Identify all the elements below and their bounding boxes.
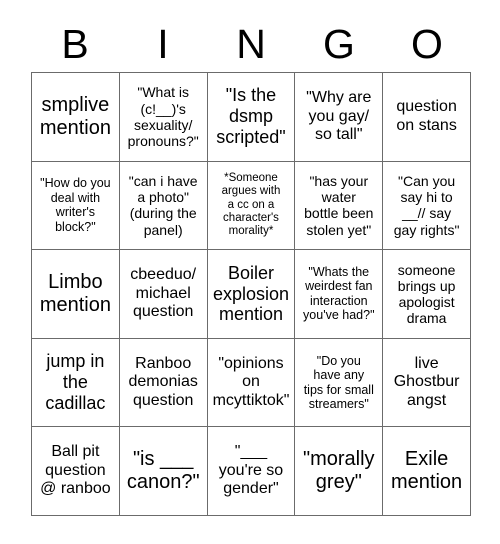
bingo-header-letter-b: B — [61, 20, 89, 67]
bingo-cell-text: Boiler explosion mention — [212, 262, 290, 325]
bingo-cell-text: jump in the cadillac — [45, 351, 106, 414]
bingo-cell[interactable]: "Do you have any tips for small streamer… — [295, 338, 384, 428]
bingo-cell-text: Ranboo demonias question — [128, 354, 198, 409]
bingo-grid: smplive mention "What is (c!__)'s sexual… — [31, 72, 471, 516]
bingo-cell[interactable]: "Whats the weirdest fan interaction you'… — [295, 250, 384, 339]
bingo-cell-text: "can i have a photo" (during the panel) — [128, 172, 198, 238]
bingo-cell-text: someone brings up apologist drama — [397, 261, 456, 327]
bingo-cell[interactable]: "morally grey" — [295, 427, 384, 516]
bingo-cell[interactable]: "can i have a photo" (during the panel) — [119, 161, 208, 251]
bingo-cell[interactable]: "opinions on mcyttiktok" — [207, 338, 296, 428]
bingo-cell[interactable]: "What is (c!__)'s sexuality/ pronouns?" — [119, 73, 208, 162]
bingo-cell-text: cbeeduo/ michael question — [130, 266, 197, 321]
bingo-header-row: B I N G O — [31, 16, 471, 72]
bingo-cell[interactable]: "How do you deal with writer's block?" — [32, 161, 120, 251]
bingo-cell[interactable]: Ranboo demonias question — [119, 338, 208, 428]
bingo-cell[interactable]: someone brings up apologist drama — [383, 250, 471, 339]
bingo-cell[interactable]: *Someone argues with a cc on a character… — [207, 161, 296, 251]
bingo-cell-text: "Do you have any tips for small streamer… — [303, 353, 374, 412]
bingo-cell-text: "Can you say hi to __// say gay rights" — [393, 172, 460, 238]
bingo-cell-text: "Whats the weirdest fan interaction you'… — [303, 264, 375, 323]
bingo-cell-text: smplive mention — [39, 93, 111, 139]
bingo-cell[interactable]: live Ghostbur angst — [383, 338, 471, 428]
bingo-card: B I N G O smplive mention "What is (c!__… — [0, 0, 500, 544]
bingo-cell-text: Ball pit question @ ranboo — [40, 443, 111, 498]
bingo-header-letter-i: I — [157, 20, 169, 67]
bingo-cell-text: "Why are you gay/ so tall" — [306, 88, 372, 144]
bingo-cell[interactable]: "___ you're so gender" — [207, 427, 296, 516]
bingo-cell-text: "What is (c!__)'s sexuality/ pronouns?" — [127, 84, 199, 150]
bingo-cell-text: "opinions on mcyttiktok" — [212, 354, 290, 409]
bingo-cell[interactable]: Limbo mention — [32, 250, 120, 339]
bingo-cell-text: Exile mention — [391, 448, 463, 494]
bingo-cell-text: "Is the dsmp scripted" — [216, 85, 286, 148]
bingo-cell-text: Limbo mention — [39, 270, 111, 316]
bingo-header-letter-o: O — [411, 20, 443, 67]
bingo-cell-text: live Ghostbur angst — [393, 354, 460, 409]
bingo-cell-text: "___ you're so gender" — [218, 443, 284, 498]
bingo-header-letter-g: G — [323, 20, 355, 67]
bingo-cell[interactable]: Boiler explosion mention — [207, 250, 296, 339]
bingo-cell[interactable]: "Why are you gay/ so tall" — [295, 73, 384, 162]
bingo-cell[interactable]: jump in the cadillac — [32, 338, 120, 428]
bingo-cell-text: question on stans — [396, 98, 457, 134]
bingo-cell[interactable]: cbeeduo/ michael question — [119, 250, 208, 339]
bingo-cell[interactable]: "Is the dsmp scripted" — [207, 73, 296, 162]
bingo-cell[interactable]: "is ___ canon?" — [119, 427, 208, 516]
bingo-cell-text: *Someone argues with a cc on a character… — [221, 172, 281, 238]
bingo-cell-text: "has your water bottle been stolen yet" — [304, 172, 374, 238]
bingo-header-letter-n: N — [236, 20, 266, 67]
bingo-cell[interactable]: Ball pit question @ ranboo — [32, 427, 120, 516]
bingo-cell[interactable]: "Can you say hi to __// say gay rights" — [383, 161, 471, 251]
bingo-cell-text: "is ___ canon?" — [126, 448, 200, 494]
bingo-cell[interactable]: "has your water bottle been stolen yet" — [295, 161, 384, 251]
bingo-cell-text: "morally grey" — [303, 448, 375, 494]
bingo-cell[interactable]: question on stans — [383, 73, 471, 162]
bingo-cell[interactable]: smplive mention — [32, 73, 120, 162]
bingo-cell[interactable]: Exile mention — [383, 427, 471, 516]
bingo-cell-text: "How do you deal with writer's block?" — [40, 176, 111, 234]
